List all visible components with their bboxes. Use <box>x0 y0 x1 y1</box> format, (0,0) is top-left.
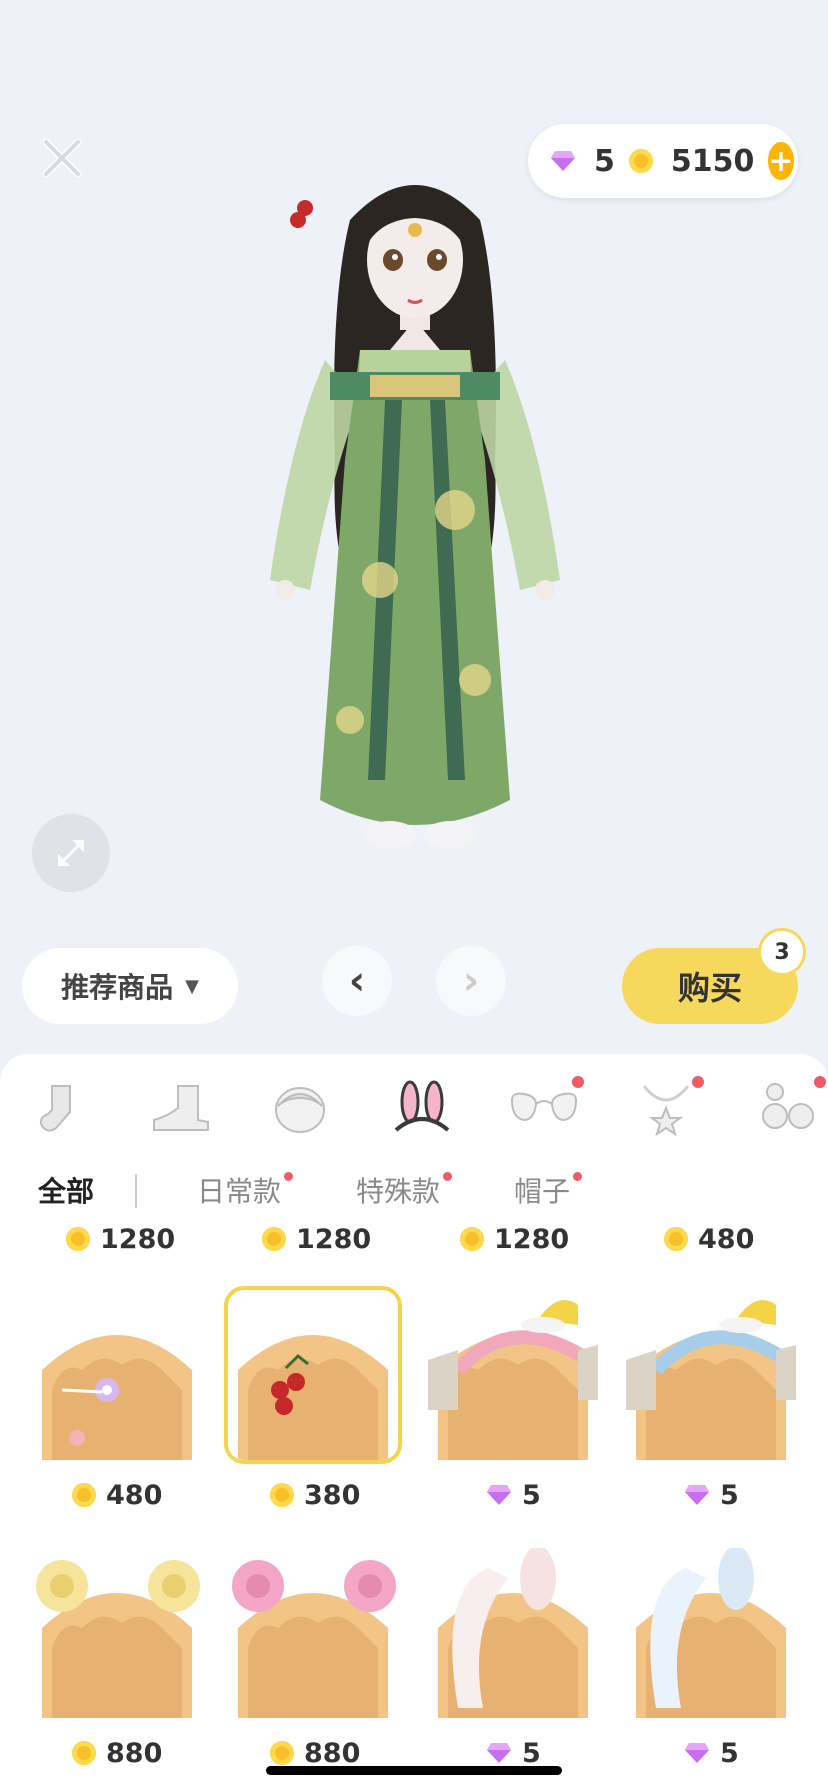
item-price: 5 <box>684 1478 739 1512</box>
chevron-left-icon: ‹ <box>348 958 366 1004</box>
subtab-all[interactable]: 全部 <box>38 1170 94 1210</box>
gem-icon <box>685 1743 709 1763</box>
item-price: 1280 <box>66 1222 175 1256</box>
category-necklace[interactable] <box>626 1068 706 1148</box>
new-dot <box>814 1076 826 1088</box>
hair-preview <box>238 1335 388 1460</box>
coin-icon <box>66 1227 90 1251</box>
blue-bunny-ears-item[interactable] <box>626 1548 796 1718</box>
coin-icon <box>262 1227 286 1251</box>
item-price: 880 <box>72 1736 162 1770</box>
close-button[interactable] <box>40 136 84 180</box>
item-price: 5 <box>486 1478 541 1512</box>
hair-preview <box>626 1300 796 1460</box>
category-hair[interactable] <box>260 1068 340 1148</box>
bunny-ears-icon <box>394 1080 450 1132</box>
recommend-dropdown[interactable]: 推荐商品 ▼ <box>22 948 238 1024</box>
new-dot <box>573 1172 583 1181</box>
item-price: 480 <box>664 1222 754 1256</box>
hair-preview <box>36 1560 200 1718</box>
new-dot <box>572 1076 584 1088</box>
pink-santa-hat-headband-item[interactable] <box>428 1290 598 1460</box>
cart-count-badge: 3 <box>758 928 806 976</box>
category-socks[interactable] <box>20 1068 100 1148</box>
coin-icon <box>72 1483 96 1507</box>
add-currency-button[interactable]: + <box>768 142 794 180</box>
dropdown-arrow-icon: ▼ <box>185 975 199 997</box>
item-price: 1280 <box>262 1222 371 1256</box>
chevron-right-icon: › <box>462 958 480 1004</box>
coin-count: 5150 <box>670 143 755 179</box>
hair-preview <box>232 1560 396 1718</box>
coin-icon <box>270 1741 294 1765</box>
subtab-hats[interactable]: 帽子 <box>514 1170 583 1210</box>
necklace-icon <box>642 1085 690 1137</box>
pink-bunny-ears-item[interactable] <box>428 1548 598 1718</box>
gem-count: 5 <box>594 143 615 179</box>
item-price: 1280 <box>460 1222 569 1256</box>
close-icon <box>42 138 82 178</box>
yellow-ram-horns-item[interactable] <box>32 1548 202 1718</box>
fullscreen-button[interactable] <box>32 814 110 892</box>
coin-icon <box>664 1227 688 1251</box>
cherry-hairclip-item[interactable] <box>224 1286 402 1464</box>
avatar-preview[interactable] <box>250 160 580 980</box>
gem-icon <box>487 1743 511 1763</box>
divider <box>135 1174 137 1208</box>
earrings-icon <box>762 1083 814 1129</box>
item-price: 380 <box>270 1478 360 1512</box>
subtab-daily[interactable]: 日常款 <box>197 1170 294 1210</box>
home-indicator[interactable] <box>266 1766 562 1775</box>
gem-icon <box>685 1485 709 1505</box>
subtab-special[interactable]: 特殊款 <box>356 1170 453 1210</box>
coin-icon <box>460 1227 484 1251</box>
shoe-icon <box>153 1085 209 1131</box>
flower-hairclip-item[interactable] <box>32 1290 202 1460</box>
coin-icon <box>72 1741 96 1765</box>
pink-ram-horns-item[interactable] <box>228 1548 398 1718</box>
new-dot <box>443 1172 453 1181</box>
expand-icon <box>58 840 84 866</box>
buy-label: 购买 <box>677 969 742 1007</box>
blue-santa-hat-headband-item[interactable] <box>626 1290 796 1460</box>
category-headwear[interactable] <box>382 1068 462 1148</box>
new-dot <box>692 1076 704 1088</box>
item-price: 480 <box>72 1478 162 1512</box>
hair-icon <box>275 1087 325 1133</box>
item-price: 5 <box>684 1736 739 1770</box>
coin-icon <box>628 149 653 173</box>
recommend-label: 推荐商品 <box>61 971 174 1004</box>
hair-preview <box>438 1548 588 1718</box>
category-shoes[interactable] <box>140 1068 220 1148</box>
gem-icon <box>487 1485 511 1505</box>
item-price: 5 <box>486 1736 541 1770</box>
hair-preview <box>636 1548 786 1718</box>
coin-icon <box>270 1483 294 1507</box>
category-glasses[interactable] <box>504 1068 584 1148</box>
sock-icon <box>39 1085 71 1132</box>
hair-preview <box>42 1335 192 1460</box>
glasses-icon <box>510 1092 578 1122</box>
category-earrings[interactable] <box>748 1068 828 1148</box>
new-dot <box>284 1172 294 1181</box>
item-price: 880 <box>270 1736 360 1770</box>
previous-outfit-button[interactable]: ‹ <box>322 946 392 1016</box>
hair-preview <box>428 1300 598 1460</box>
next-outfit-button[interactable]: › <box>436 946 506 1016</box>
